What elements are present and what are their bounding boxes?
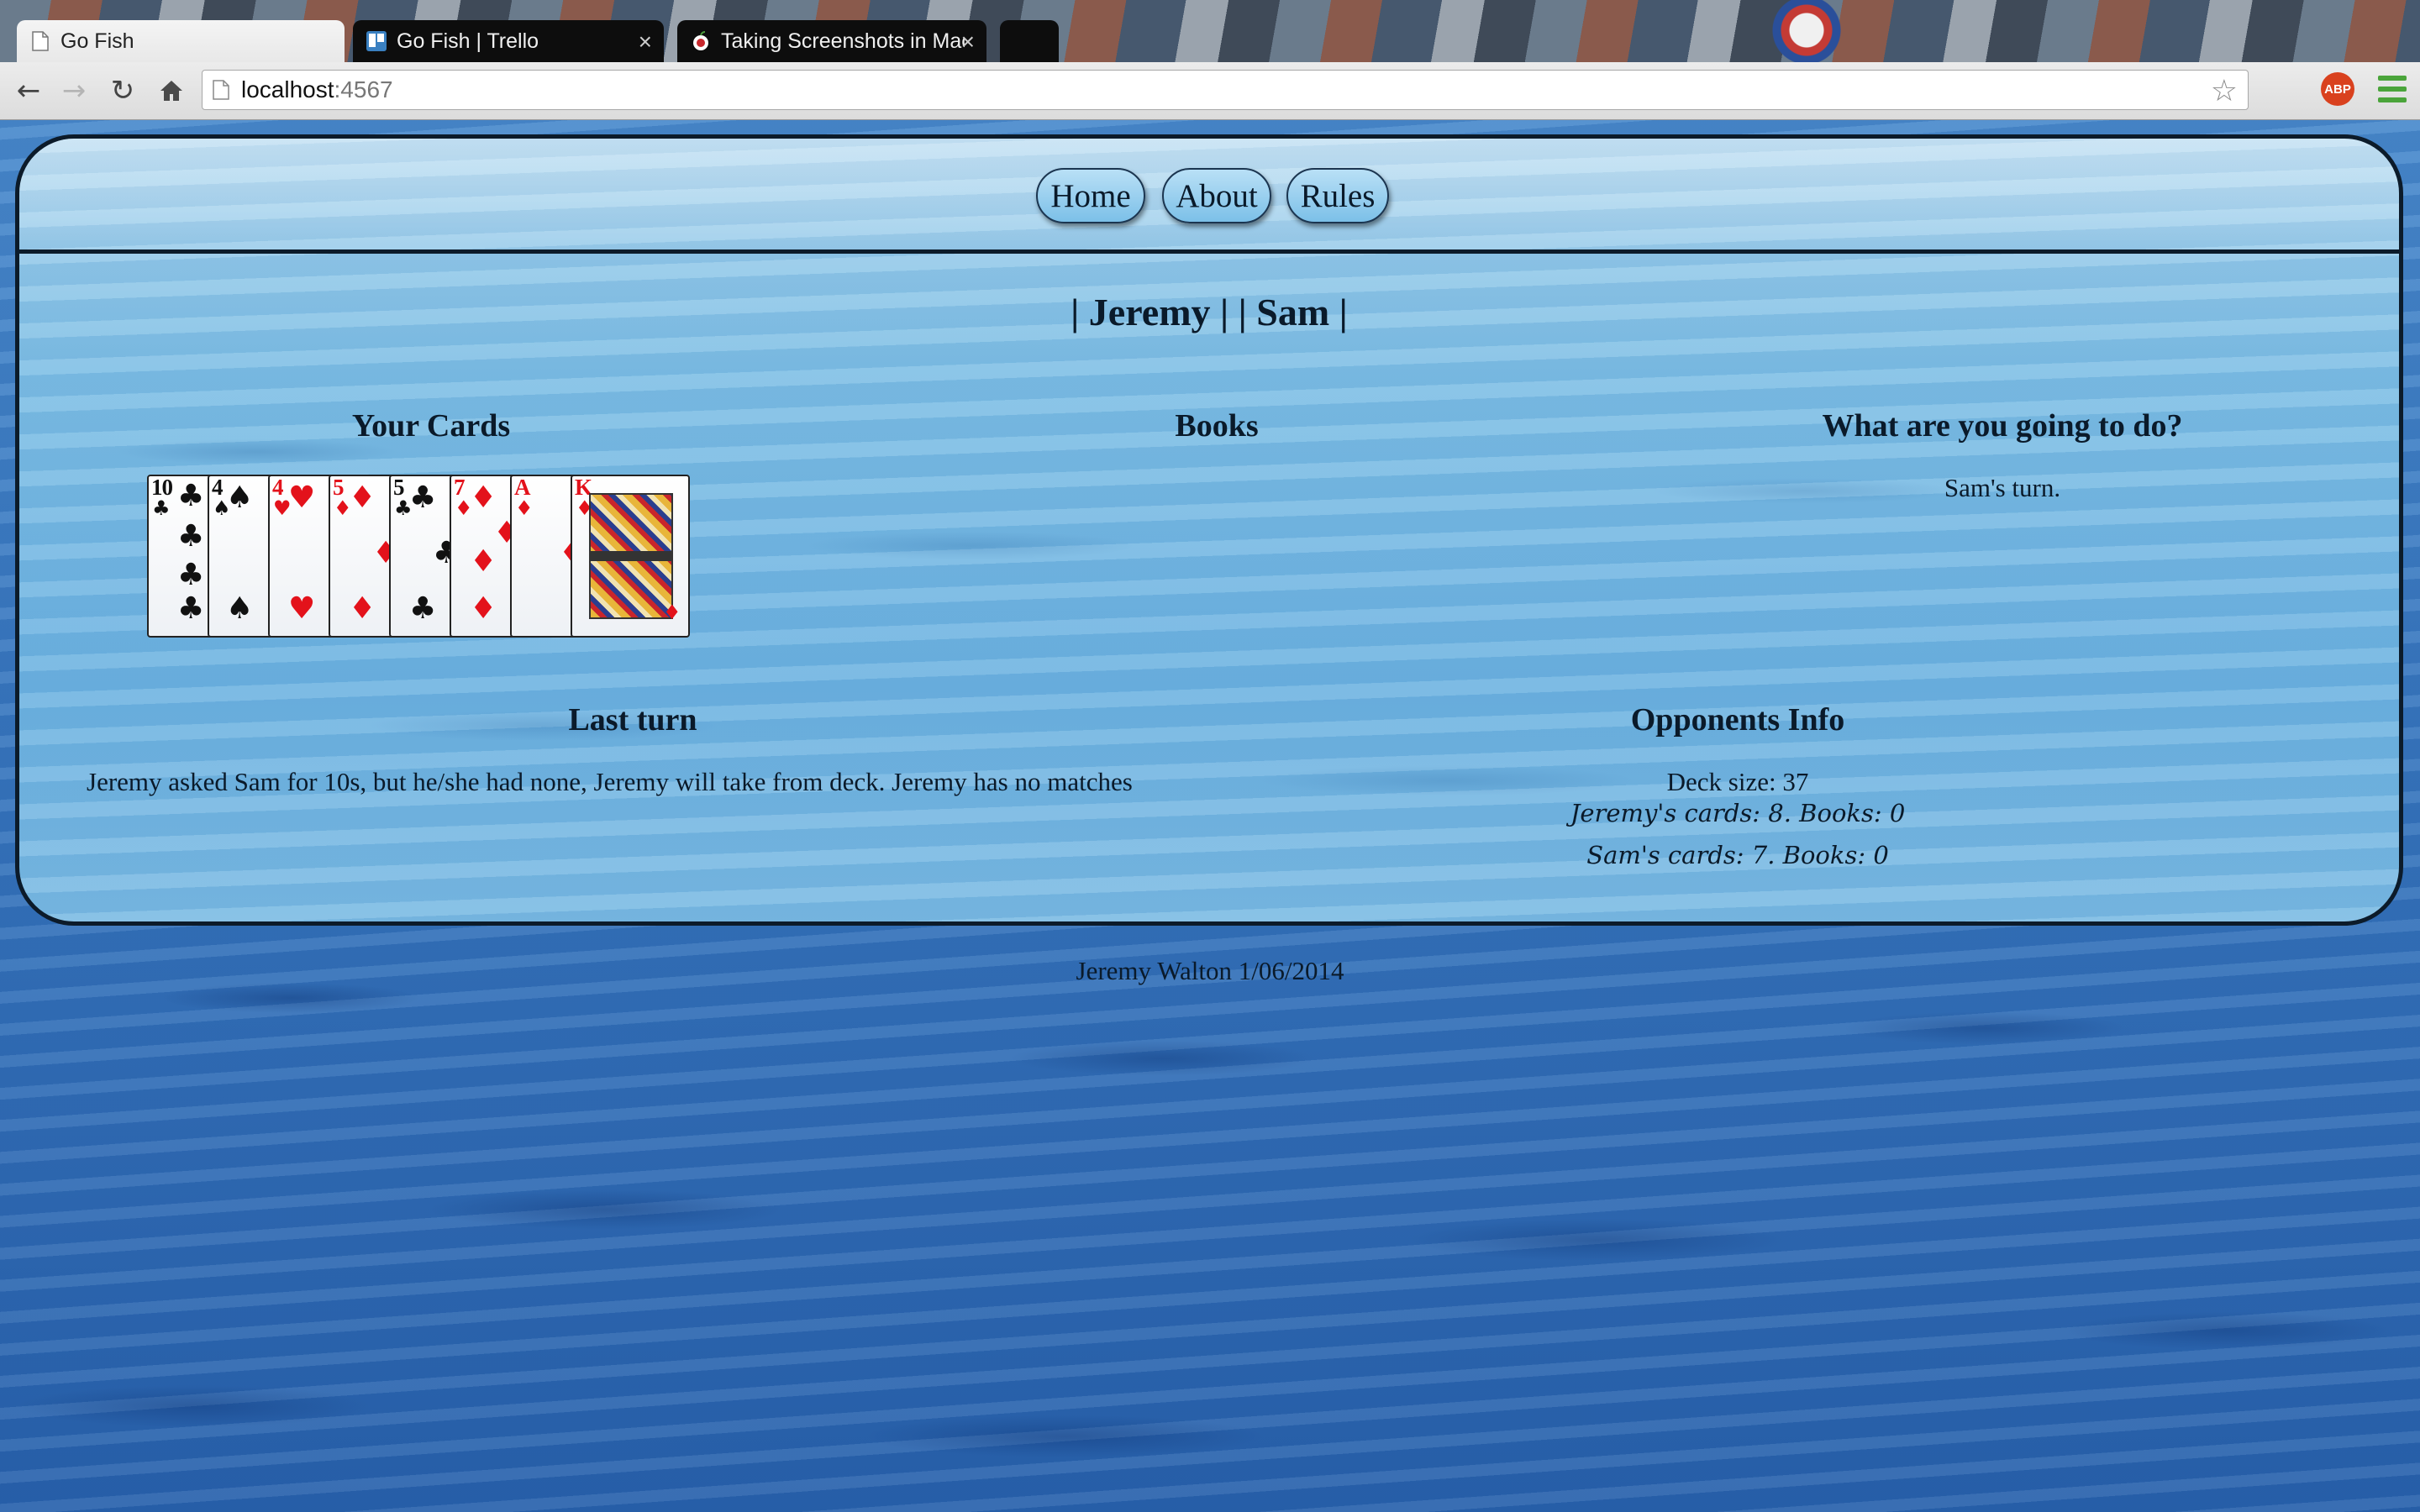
page-icon	[213, 80, 229, 100]
card-rank: 10	[151, 475, 173, 500]
nav-about-button[interactable]: About	[1162, 168, 1271, 223]
diamond-icon: ♦	[470, 591, 497, 626]
last-turn-heading: Last turn	[568, 702, 697, 738]
club-icon: ♣	[177, 479, 205, 513]
books-heading: Books	[1175, 408, 1259, 444]
close-icon[interactable]: ×	[961, 29, 975, 55]
last-turn-message: Jeremy asked Sam for 10s, but he/she had…	[87, 767, 1133, 796]
diamond-icon: ♦	[470, 544, 497, 579]
player-hand: 10 ♣ ♣ ♣ ♣ ♣ 4 ♠ ♠ ♠ 4 ♥ ♥ ♥ 5 ♦ ♦ ♦ ♦ 5	[147, 475, 693, 638]
card[interactable]: K ♦ ♦	[571, 475, 690, 638]
apple-icon	[691, 30, 711, 52]
tab-label: Go Fish	[60, 29, 134, 53]
card-rank: 4	[272, 475, 283, 500]
club-icon: ♣	[177, 558, 205, 592]
heart-icon: ♥	[288, 591, 316, 626]
opponents-info-heading: Opponents Info	[1630, 702, 1845, 738]
nav-header: Home About Rules	[19, 139, 2399, 254]
star-bookmark-icon[interactable]: ☆	[2211, 74, 2238, 108]
tab-trello[interactable]: Go Fish | Trello ×	[353, 20, 664, 62]
opponent-info-jeremy: Jeremy's cards: 8. Books: 0	[1570, 799, 1906, 827]
card-rank: 4	[212, 475, 223, 500]
new-tab-button[interactable]	[1000, 20, 1059, 62]
page-footer: Jeremy Walton 1/06/2014	[1076, 956, 1344, 985]
game-panel: Home About Rules | Jeremy | | Sam | Your…	[15, 134, 2403, 926]
your-cards-heading: Your Cards	[351, 408, 511, 444]
browser-tab-strip: Go Fish Go Fish | Trello × Taking Screen…	[0, 0, 2420, 62]
diamond-icon: ♦	[470, 480, 497, 515]
diamond-icon: ♦	[349, 480, 376, 515]
tab-label: Go Fish | Trello	[397, 29, 539, 53]
adblock-icon[interactable]: ABP	[2321, 72, 2354, 106]
close-icon[interactable]: ×	[639, 29, 652, 55]
tab-label: Taking Screenshots in Mac	[721, 29, 965, 53]
home-icon[interactable]	[155, 74, 188, 108]
page-icon	[30, 30, 50, 52]
club-icon: ♣	[177, 591, 205, 626]
club-icon: ♣	[177, 519, 205, 554]
spade-icon: ♠	[226, 591, 254, 626]
king-face-icon	[589, 493, 673, 619]
card-suit: ♣	[152, 496, 171, 520]
forward-arrow-icon[interactable]: →	[57, 74, 91, 108]
opponent-info-sam: Sam's cards: 7. Books: 0	[1586, 841, 1889, 869]
nav-rules-button[interactable]: Rules	[1286, 168, 1389, 223]
players-heading: | Jeremy | | Sam |	[1071, 291, 1348, 333]
back-arrow-icon[interactable]: ←	[12, 74, 45, 108]
nav-home-button[interactable]: Home	[1036, 168, 1145, 223]
club-icon: ♣	[409, 591, 437, 626]
card-rank: 7	[454, 475, 465, 500]
diamond-icon: ♦	[349, 591, 376, 626]
address-port: :4567	[334, 76, 393, 102]
spade-icon: ♠	[226, 480, 254, 515]
trello-icon	[366, 30, 387, 52]
card-suit: ♦	[515, 496, 534, 520]
address-host: localhost	[241, 76, 334, 102]
reload-icon[interactable]: ↻	[106, 74, 139, 108]
deck-size: Deck size: 37	[1666, 767, 1809, 796]
tab-screenshots[interactable]: Taking Screenshots in Mac ×	[677, 20, 986, 62]
tab-go-fish[interactable]: Go Fish	[17, 20, 345, 62]
action-heading: What are you going to do?	[1822, 408, 2183, 444]
card-rank: 5	[333, 475, 344, 500]
address-bar[interactable]: localhost:4567 ☆	[202, 70, 2249, 110]
browser-toolbar: ← → ↻ localhost:4567 ☆ ABP	[0, 62, 2420, 120]
heart-icon: ♥	[288, 480, 316, 515]
club-icon: ♣	[409, 480, 437, 515]
menu-icon[interactable]	[2378, 76, 2407, 102]
card-rank: A	[514, 475, 530, 500]
turn-status: Sam's turn.	[1944, 473, 2061, 502]
diamond-icon: ♦	[663, 601, 681, 624]
card-rank: 5	[393, 475, 404, 500]
